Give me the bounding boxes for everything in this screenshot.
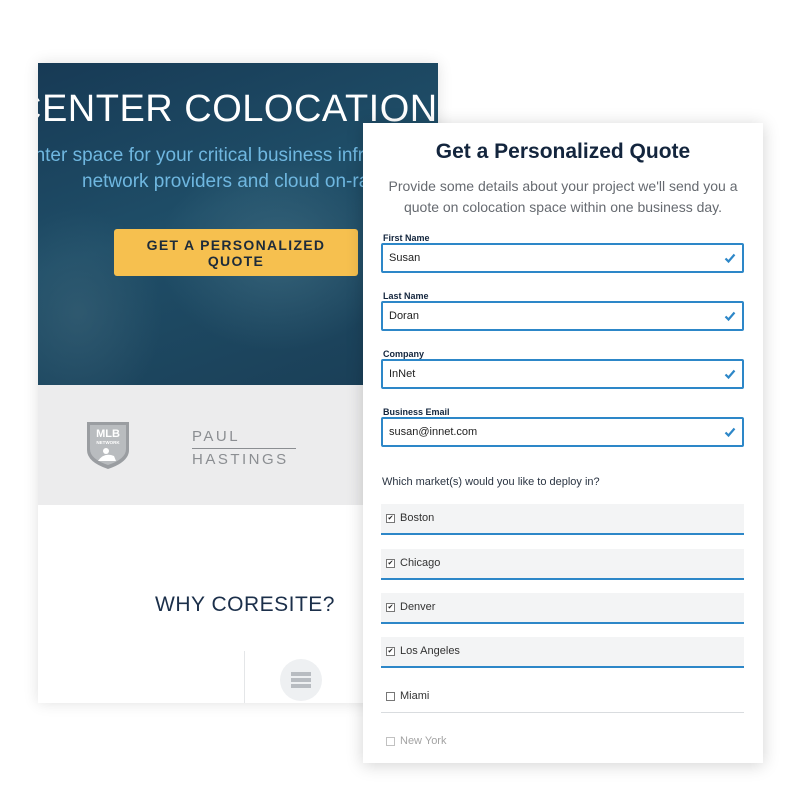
valid-check-icon xyxy=(724,253,736,264)
section-divider xyxy=(244,651,245,703)
checkbox-checked[interactable]: ✔ xyxy=(386,514,395,523)
business-email-input[interactable] xyxy=(383,419,713,445)
server-icon xyxy=(280,659,322,701)
business-email-field[interactable] xyxy=(381,417,744,447)
checkbox-unchecked[interactable] xyxy=(386,737,395,746)
paul-logo-line1: PAUL xyxy=(192,428,241,445)
last-name-input[interactable] xyxy=(383,303,713,329)
first-name-field[interactable] xyxy=(381,243,744,273)
paul-logo-rule xyxy=(192,448,296,449)
market-option-chicago[interactable]: ✔ Chicago xyxy=(381,549,744,580)
market-label: New York xyxy=(400,735,447,747)
mlb-network-logo: MLB NETWORK xyxy=(87,422,129,469)
checkbox-checked[interactable]: ✔ xyxy=(386,603,395,612)
market-option-miami[interactable]: Miami xyxy=(381,682,744,713)
quote-form-panel: Get a Personalized Quote Provide some de… xyxy=(363,123,763,763)
first-name-label: First Name xyxy=(383,233,430,243)
market-label: Boston xyxy=(400,512,435,524)
market-label: Miami xyxy=(400,690,430,702)
checkbox-checked[interactable]: ✔ xyxy=(386,559,395,568)
hero-subtitle-line1: enter space for your critical business i… xyxy=(38,145,365,166)
paul-hastings-logo: PAUL HASTINGS xyxy=(192,427,296,469)
market-label: Denver xyxy=(400,601,436,613)
form-description: Provide some details about your project … xyxy=(388,178,738,215)
market-option-new-york[interactable]: New York xyxy=(381,727,744,758)
first-name-input[interactable] xyxy=(383,245,713,271)
market-option-boston[interactable]: ✔ Boston xyxy=(381,504,744,535)
business-email-label: Business Email xyxy=(383,407,450,417)
market-option-los-angeles[interactable]: ✔ Los Angeles xyxy=(381,637,744,668)
checkbox-checked[interactable]: ✔ xyxy=(386,647,395,656)
company-label: Company xyxy=(383,349,425,359)
markets-question: Which market(s) would you like to deploy… xyxy=(382,476,600,488)
valid-check-icon xyxy=(724,427,736,438)
valid-check-icon xyxy=(724,369,736,380)
market-option-denver[interactable]: ✔ Denver xyxy=(381,593,744,624)
mlb-logo-subtext: NETWORK xyxy=(96,440,120,445)
paul-logo-line2: HASTINGS xyxy=(192,451,289,468)
last-name-field[interactable] xyxy=(381,301,744,331)
get-quote-cta-button[interactable]: GET A PERSONALIZED QUOTE xyxy=(114,229,358,276)
form-title: Get a Personalized Quote xyxy=(435,140,691,163)
market-label: Los Angeles xyxy=(400,645,460,657)
valid-check-icon xyxy=(724,311,736,322)
company-field[interactable] xyxy=(381,359,744,389)
checkbox-unchecked[interactable] xyxy=(386,692,395,701)
market-label: Chicago xyxy=(400,557,441,569)
last-name-label: Last Name xyxy=(383,291,429,301)
mlb-logo-text: MLB xyxy=(96,428,120,440)
company-input[interactable] xyxy=(383,361,713,387)
